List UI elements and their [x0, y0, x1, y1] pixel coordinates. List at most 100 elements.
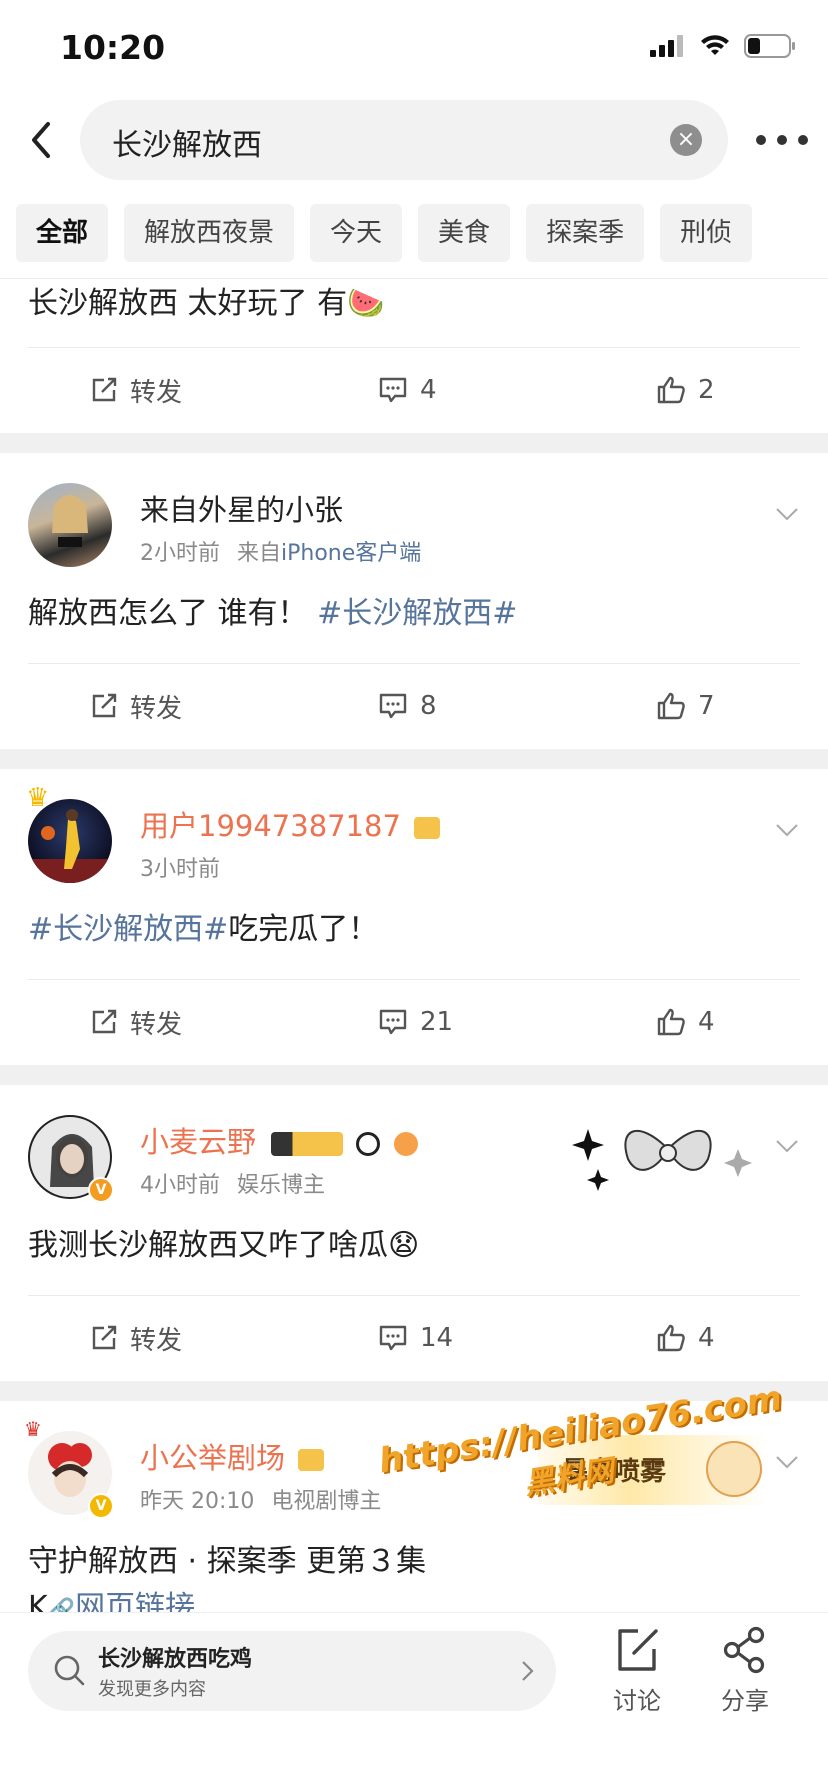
like-button[interactable]: 2	[656, 348, 715, 432]
link-icon: 🔗	[47, 1598, 76, 1612]
post-actions: 转发 8 7	[28, 663, 800, 749]
hashtag-link[interactable]: #长沙解放西#	[317, 596, 517, 631]
repost-label: 转发	[130, 377, 183, 408]
comment-icon	[379, 693, 407, 719]
post-actions: 转发 4 2	[28, 347, 800, 433]
repost-label: 转发	[130, 1009, 183, 1040]
post-meta: 昨天 20:10 电视剧博主	[140, 1483, 381, 1515]
post-card[interactable]: V 小麦云野 4小时前 娱乐博主 我测长沙解放西又咋了啥瓜😧 转发 14 4	[0, 1115, 828, 1381]
username[interactable]: 用户19947387187	[140, 803, 441, 845]
post-card[interactable]: 长沙解放西 太好玩了 有🍉 转发 4 2	[0, 279, 828, 433]
tab-all[interactable]: 全部	[16, 204, 109, 262]
like-button[interactable]: 4	[656, 980, 715, 1064]
like-count: 2	[698, 375, 715, 405]
username[interactable]: 来自外星的小张	[140, 487, 343, 529]
comment-icon	[379, 1325, 407, 1351]
like-button[interactable]: 7	[656, 664, 715, 748]
chevron-down-icon[interactable]	[774, 817, 800, 843]
vip-badge-icon	[414, 817, 441, 839]
battery-icon	[744, 34, 795, 58]
post-meta: 2小时前 来自iPhone客户端	[140, 535, 421, 567]
like-button[interactable]: 4	[656, 1296, 715, 1380]
post-source[interactable]: iPhone客户端	[281, 541, 421, 566]
username[interactable]: 小公举剧场	[140, 1435, 325, 1477]
chevron-down-icon[interactable]	[774, 1133, 800, 1159]
verified-badge-icon: V	[88, 1493, 114, 1519]
discuss-label: 讨论	[613, 1687, 661, 1715]
related-search-title: 长沙解放西吃鸡	[98, 1647, 253, 1672]
username[interactable]: 小麦云野	[140, 1119, 418, 1161]
comment-button[interactable]: 8	[378, 664, 437, 748]
post-actions: 转发 14 4	[28, 1295, 800, 1381]
like-icon	[657, 1324, 685, 1352]
repost-button[interactable]: 转发	[90, 1296, 182, 1380]
source-prefix: 来自	[237, 541, 282, 566]
post-text-plain: 吃完瓜了！	[228, 912, 379, 947]
post-text: 长沙解放西 太好玩了 有🍉	[28, 286, 385, 321]
comment-icon	[379, 1009, 407, 1035]
like-icon	[657, 376, 685, 404]
post-meta: 4小时前 娱乐博主	[140, 1167, 325, 1199]
repost-icon	[92, 1009, 117, 1034]
panda-icon	[356, 1132, 381, 1156]
repost-icon	[92, 1325, 117, 1350]
comment-count: 14	[420, 1323, 454, 1353]
search-query: 长沙解放西	[112, 128, 262, 163]
like-count: 4	[698, 1007, 715, 1037]
repost-icon	[92, 377, 117, 402]
share-button[interactable]: 分享	[705, 1625, 785, 1716]
filter-tabs: 全部 解放西夜景 今天 美食 探案季 刑侦	[16, 204, 753, 262]
tab-today[interactable]: 今天	[310, 204, 403, 262]
discuss-button[interactable]: 讨论	[597, 1625, 677, 1716]
wifi-icon	[701, 35, 729, 55]
compose-icon	[618, 1629, 658, 1671]
avatar[interactable]	[28, 483, 112, 567]
search-input[interactable]: 长沙解放西 ×	[80, 100, 728, 180]
post-time: 4小时前	[140, 1173, 220, 1198]
vip-badge-icon	[298, 1449, 325, 1471]
back-arrow-icon[interactable]	[18, 114, 70, 166]
repost-label: 转发	[130, 693, 183, 724]
author-role: 娱乐博主	[237, 1173, 326, 1198]
comment-button[interactable]: 4	[378, 348, 437, 432]
hashtag-link[interactable]: #长沙解放西#	[28, 912, 228, 947]
post-card[interactable]: ♛ 用户19947387187 3小时前 #长沙解放西#吃完瓜了！ 转发 21	[0, 783, 828, 1065]
fish-icon	[393, 1132, 418, 1156]
like-icon	[657, 1008, 685, 1036]
post-text-line: 守护解放西 · 探案季 更第３集	[28, 1544, 427, 1579]
verified-badge-icon: V	[88, 1177, 114, 1203]
related-search-subtitle: 发现更多内容	[98, 1679, 206, 1700]
related-search-button[interactable]: 长沙解放西吃鸡 发现更多内容	[28, 1631, 556, 1711]
comment-button[interactable]: 21	[378, 980, 453, 1064]
post-card[interactable]: 来自外星的小张 2小时前 来自iPhone客户端 解放西怎么了 谁有！ #长沙解…	[0, 483, 828, 749]
post-text-plain: 解放西怎么了 谁有！	[28, 596, 308, 631]
post-link-line: K🔗网页链接	[28, 1585, 800, 1612]
repost-button[interactable]: 转发	[90, 664, 182, 748]
tab-food[interactable]: 美食	[418, 204, 511, 262]
post-text: 我测长沙解放西又咋了啥瓜😧	[28, 1228, 420, 1263]
chevron-down-icon[interactable]	[774, 501, 800, 527]
comment-count: 21	[420, 1007, 454, 1037]
repost-icon	[92, 693, 117, 718]
repost-button[interactable]: 转发	[90, 348, 182, 432]
card-divider	[0, 749, 828, 769]
clear-search-icon[interactable]: ×	[670, 124, 702, 156]
more-options-icon[interactable]	[756, 120, 808, 160]
tab-night-view[interactable]: 解放西夜景	[124, 204, 295, 262]
card-divider	[0, 1065, 828, 1085]
comment-count: 4	[420, 375, 437, 405]
repost-label: 转发	[130, 1325, 183, 1356]
comment-button[interactable]: 14	[378, 1296, 453, 1380]
status-icons	[650, 34, 796, 58]
repost-button[interactable]: 转发	[90, 980, 182, 1064]
upgrade-badge-icon: ♛	[24, 1417, 42, 1441]
search-icon	[54, 1655, 85, 1686]
share-icon	[723, 1626, 765, 1674]
tab-criminal-investigation[interactable]: 刑侦	[660, 204, 753, 262]
crown-icon: ♛	[26, 783, 50, 813]
search-header: 长沙解放西 ×	[0, 96, 828, 188]
chevron-right-icon	[522, 1661, 534, 1681]
tab-detective-season[interactable]: 探案季	[526, 204, 645, 262]
post-time: 2小时前	[140, 541, 220, 566]
web-link[interactable]: 🔗网页链接	[48, 1590, 195, 1612]
